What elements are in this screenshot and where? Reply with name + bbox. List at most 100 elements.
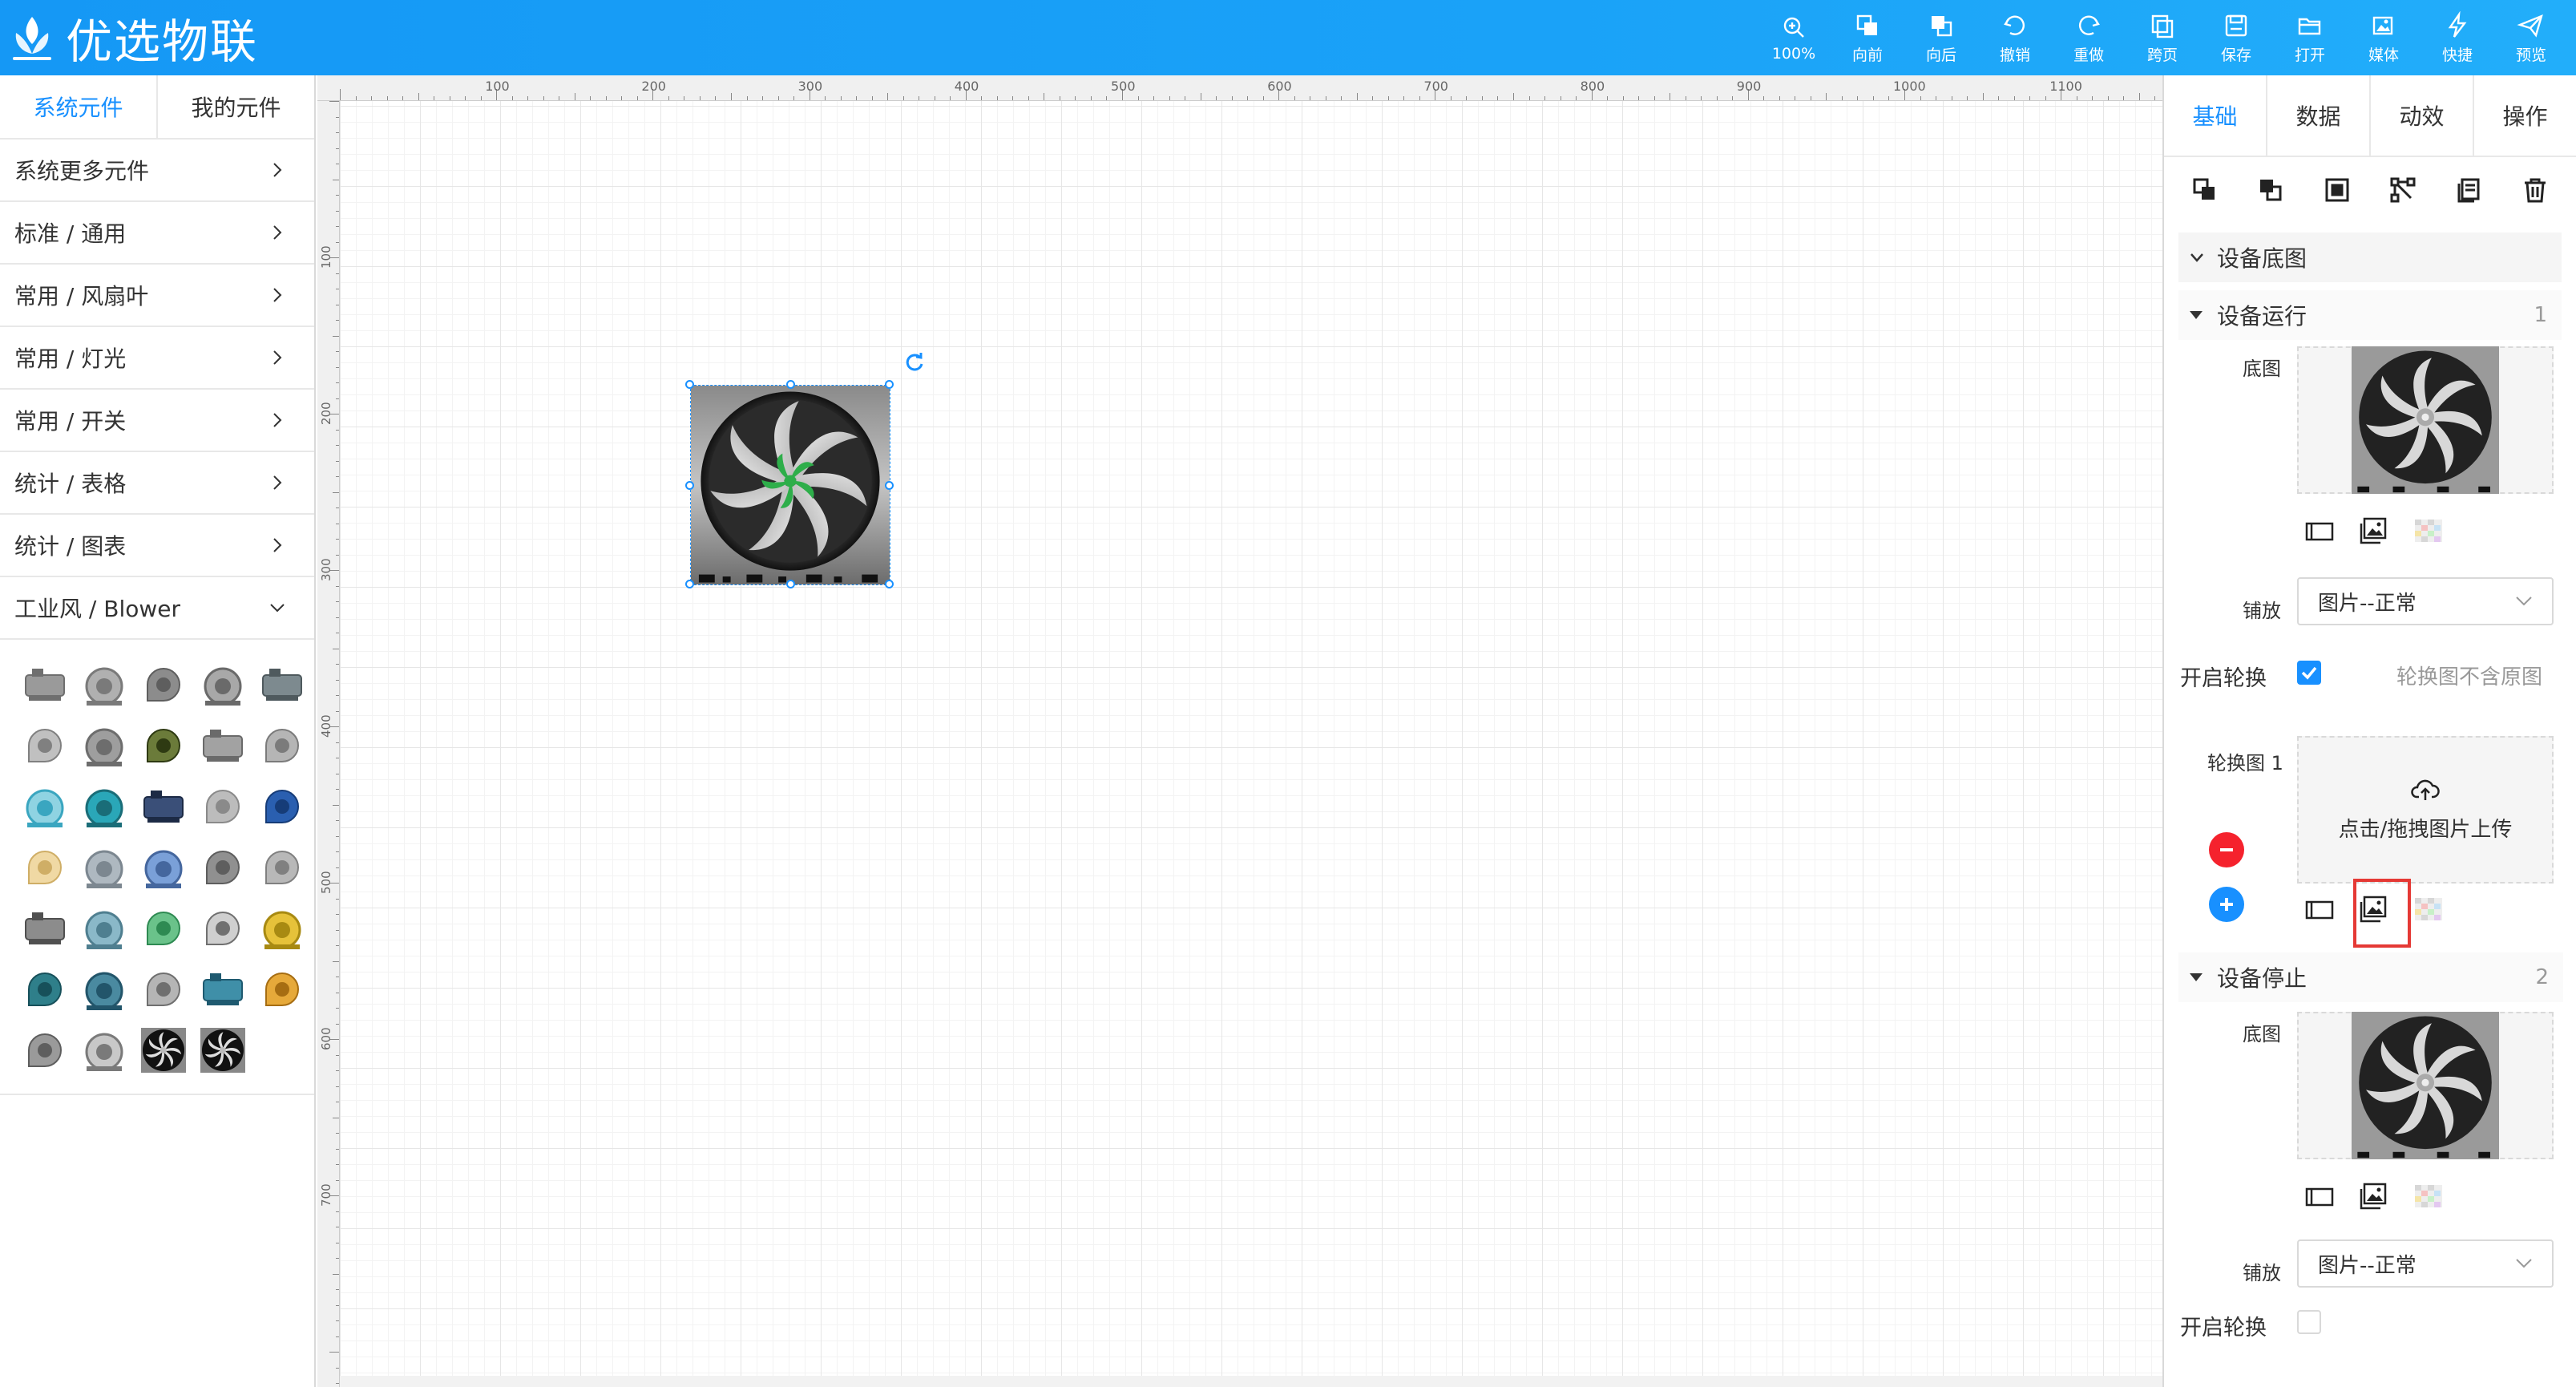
- fit-size-button[interactable]: [2321, 174, 2353, 206]
- blower-component-item[interactable]: [136, 657, 191, 712]
- resize-handle-s[interactable]: [786, 580, 795, 588]
- category-switches[interactable]: 常用 / 开关: [0, 390, 314, 452]
- carousel-library-button[interactable]: [2358, 893, 2390, 925]
- stopped-library-button[interactable]: [2358, 1180, 2390, 1212]
- blower-component-item[interactable]: [196, 901, 250, 956]
- tab-basic[interactable]: 基础: [2164, 75, 2266, 156]
- category-tables[interactable]: 统计 / 表格: [0, 452, 314, 515]
- blower-component-item[interactable]: [136, 840, 191, 895]
- resize-handle-w[interactable]: [685, 481, 694, 490]
- category-lights[interactable]: 常用 / 灯光: [0, 327, 314, 390]
- add-carousel-image-button[interactable]: [2209, 887, 2244, 922]
- blower-component-item[interactable]: [18, 962, 72, 1017]
- blower-component-item[interactable]: [255, 779, 309, 834]
- blower-component-item[interactable]: [18, 718, 72, 773]
- tab-data[interactable]: 数据: [2266, 75, 2369, 156]
- rotate-icon[interactable]: [902, 350, 927, 374]
- category-standard[interactable]: 标准 / 通用: [0, 202, 314, 265]
- blower-component-item[interactable]: [196, 657, 250, 712]
- blower-component-item[interactable]: [18, 901, 72, 956]
- redo-button[interactable]: 重做: [2052, 0, 2126, 75]
- canvas[interactable]: [340, 101, 2162, 1387]
- cross-page-button[interactable]: 跨页: [2126, 0, 2199, 75]
- bring-to-front-button[interactable]: [2189, 174, 2221, 206]
- carousel-transparent-button[interactable]: [2412, 893, 2445, 925]
- base-image-preview-running[interactable]: [2297, 346, 2554, 494]
- category-fan-blades[interactable]: 常用 / 风扇叶: [0, 265, 314, 327]
- blower-component-item[interactable]: [196, 962, 250, 1017]
- zoom-button[interactable]: 100%: [1757, 0, 1831, 75]
- blower-component-item[interactable]: [136, 901, 191, 956]
- bring-forward-button[interactable]: 向前: [1831, 0, 1904, 75]
- section-device-background[interactable]: 设备底图: [2178, 233, 2562, 282]
- blower-component-item[interactable]: [136, 779, 191, 834]
- category-more-system[interactable]: 系统更多元件: [0, 140, 314, 202]
- group-running[interactable]: 设备运行 1: [2178, 290, 2562, 340]
- tile-mode-select-stopped[interactable]: 图片--正常: [2297, 1239, 2554, 1288]
- blower-component-item[interactable]: [136, 962, 191, 1017]
- blower-component-item[interactable]: [18, 1023, 72, 1078]
- tab-operation[interactable]: 操作: [2473, 75, 2576, 156]
- preview-button[interactable]: 预览: [2494, 0, 2568, 75]
- blower-component-item[interactable]: [18, 840, 72, 895]
- blower-component-item[interactable]: [77, 840, 131, 895]
- category-blower[interactable]: 工业风 / Blower: [0, 577, 314, 640]
- group-stopped[interactable]: 设备停止 2: [2178, 952, 2563, 1002]
- carousel-crop-button[interactable]: [2303, 893, 2336, 925]
- resize-handle-n[interactable]: [786, 380, 795, 389]
- horizontal-scrollbar[interactable]: [340, 1376, 2162, 1387]
- tile-mode-select[interactable]: 图片--正常: [2297, 577, 2554, 625]
- image-library-button[interactable]: [2358, 515, 2390, 547]
- blower-component-item[interactable]: [77, 962, 131, 1017]
- resize-handle-se[interactable]: [885, 580, 894, 588]
- blower-component-item[interactable]: [255, 901, 309, 956]
- send-backward-button[interactable]: 向后: [1904, 0, 1978, 75]
- save-button[interactable]: 保存: [2199, 0, 2273, 75]
- blower-component-item[interactable]: [77, 1023, 131, 1078]
- open-button[interactable]: 打开: [2273, 0, 2347, 75]
- blower-component-item[interactable]: [196, 779, 250, 834]
- blower-component-item[interactable]: [77, 779, 131, 834]
- blower-component-item[interactable]: [255, 718, 309, 773]
- blower-component-item[interactable]: [136, 718, 191, 773]
- blower-component-item[interactable]: [18, 657, 72, 712]
- blower-component-item[interactable]: [255, 962, 309, 1017]
- blower-component-item[interactable]: [18, 779, 72, 834]
- blower-component-item[interactable]: [255, 657, 309, 712]
- base-image-preview-stopped[interactable]: [2297, 1012, 2554, 1159]
- stopped-crop-button[interactable]: [2303, 1180, 2336, 1212]
- copy-button[interactable]: [2453, 174, 2485, 206]
- blower-component-item[interactable]: [77, 901, 131, 956]
- blower-component-item[interactable]: [196, 718, 250, 773]
- undo-button[interactable]: 撤销: [1978, 0, 2052, 75]
- shortcut-button[interactable]: 快捷: [2421, 0, 2494, 75]
- blower-component-item[interactable]: [196, 1023, 250, 1078]
- tab-system-components[interactable]: 系统元件: [0, 75, 156, 138]
- blower-icon: [203, 973, 243, 1005]
- tab-my-components[interactable]: 我的元件: [156, 75, 314, 138]
- resize-handle-sw[interactable]: [685, 580, 694, 588]
- align-button[interactable]: [2387, 174, 2419, 206]
- blower-component-item[interactable]: [77, 718, 131, 773]
- delete-button[interactable]: [2519, 174, 2551, 206]
- blower-component-item[interactable]: [196, 840, 250, 895]
- carousel-upload-area[interactable]: 点击/拖拽图片上传: [2297, 736, 2554, 884]
- selected-fan-component[interactable]: [685, 353, 923, 588]
- remove-carousel-image-button[interactable]: [2209, 832, 2244, 867]
- image-crop-button[interactable]: [2303, 515, 2336, 547]
- media-button[interactable]: 媒体: [2347, 0, 2421, 75]
- tab-animation[interactable]: 动效: [2369, 75, 2473, 156]
- resize-handle-nw[interactable]: [685, 380, 694, 389]
- ruler-label: 300: [797, 79, 823, 94]
- resize-handle-e[interactable]: [885, 481, 894, 490]
- resize-handle-ne[interactable]: [885, 380, 894, 389]
- blower-component-item[interactable]: [77, 657, 131, 712]
- stopped-transparent-button[interactable]: [2412, 1180, 2445, 1212]
- transparent-bg-button[interactable]: [2412, 515, 2445, 547]
- category-charts[interactable]: 统计 / 图表: [0, 515, 314, 577]
- send-to-back-button[interactable]: [2255, 174, 2287, 206]
- carousel-checkbox-stopped[interactable]: [2297, 1310, 2321, 1334]
- blower-component-item[interactable]: [136, 1023, 191, 1078]
- blower-component-item[interactable]: [255, 840, 309, 895]
- carousel-checkbox-running[interactable]: [2297, 661, 2321, 685]
